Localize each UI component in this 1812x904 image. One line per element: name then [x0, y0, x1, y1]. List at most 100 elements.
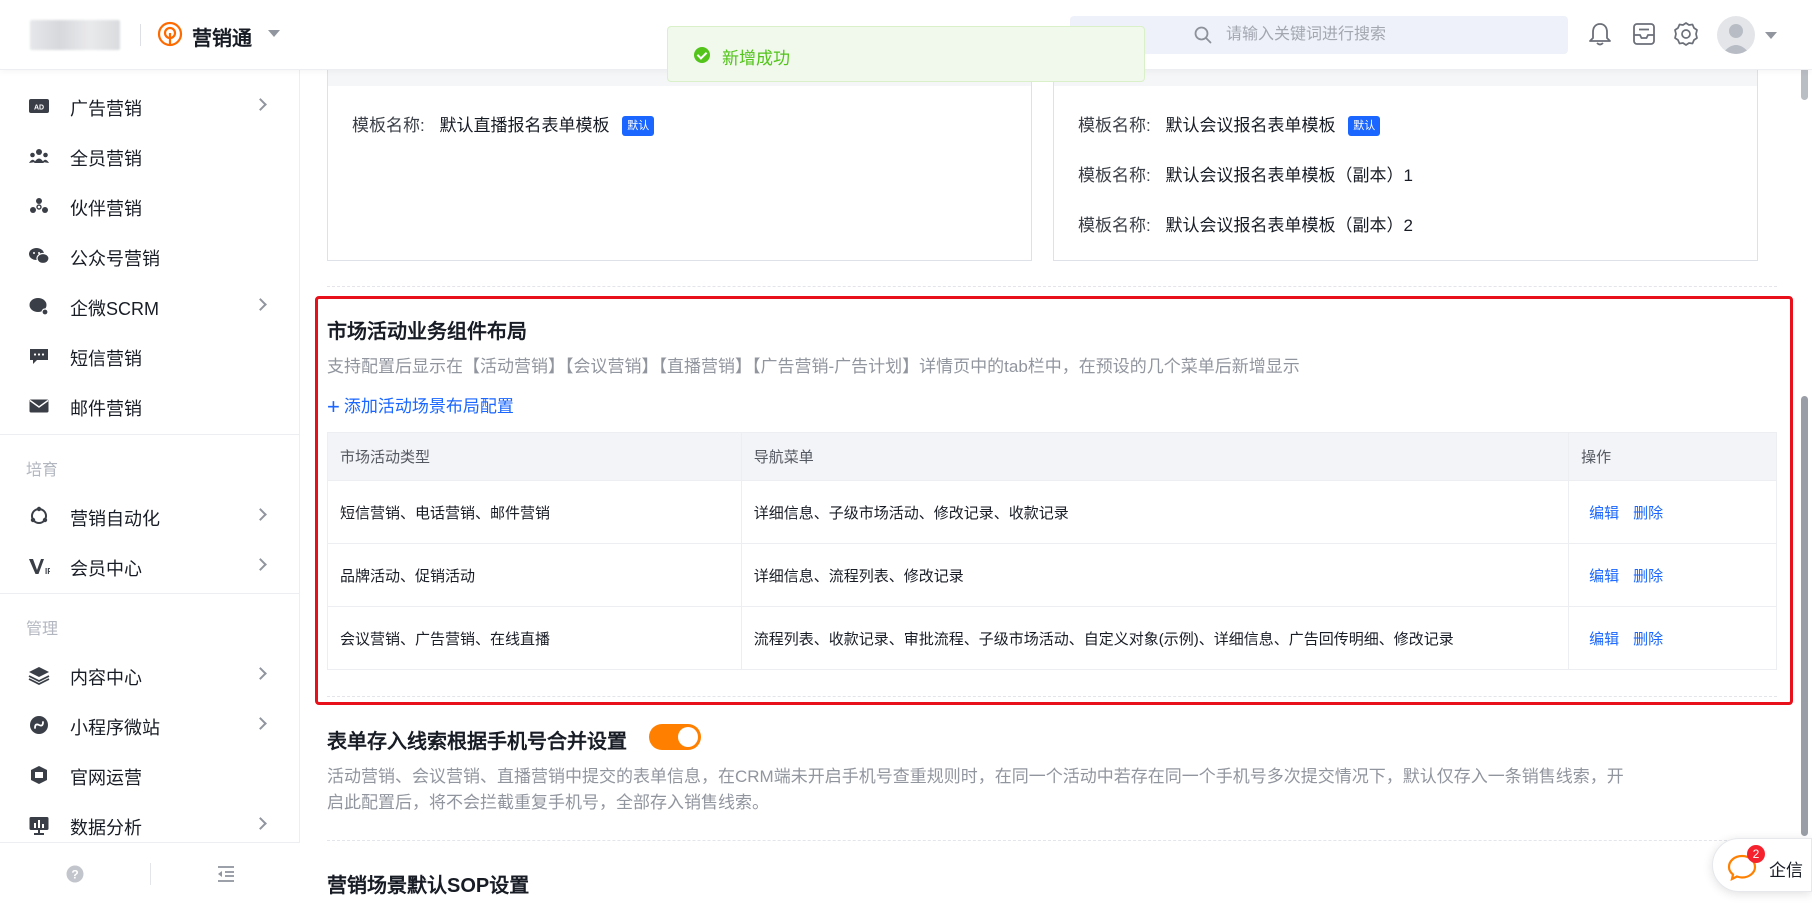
marketing-app-icon — [157, 21, 183, 47]
user-menu-chevron-down-icon[interactable] — [1765, 32, 1777, 39]
section-divider — [327, 286, 1777, 287]
merge-section-title: 表单存入线索根据手机号合并设置 — [327, 731, 627, 753]
collapse-sidebar-icon[interactable] — [216, 865, 236, 883]
sidebar-item-member-center[interactable]: IP 会员中心 — [0, 541, 300, 591]
toast-message: 新增成功 — [722, 49, 790, 68]
main-content: 模板名称: 默认直播报名表单模板 默认 模板名称: 默认会议报名表单模板 默认 … — [301, 70, 1796, 904]
sidebar-item-official-account-marketing[interactable]: 公众号营销 — [0, 231, 300, 281]
template-name-label: 模板名称: — [352, 116, 425, 135]
sidebar-item-ad-marketing[interactable]: AD 广告营销 — [0, 81, 300, 131]
sidebar-item-all-staff-marketing[interactable]: 全员营销 — [0, 131, 300, 181]
search-icon — [1194, 26, 1212, 44]
help-icon[interactable]: ? — [66, 865, 84, 883]
app-switch-chevron-down-icon[interactable] — [268, 30, 280, 37]
table-header-row: 市场活动类型 导航菜单 操作 — [327, 432, 1777, 481]
live-template-card: 模板名称: 默认直播报名表单模板 默认 — [327, 70, 1032, 261]
add-layout-config-button[interactable]: + 添加活动场景布局配置 — [327, 392, 514, 420]
analytics-icon — [29, 817, 49, 835]
sidebar-item-label: 伙伴营销 — [70, 199, 142, 219]
template-name-label: 模板名称: — [1078, 116, 1151, 135]
sidebar-item-partner-marketing[interactable]: 伙伴营销 — [0, 181, 300, 231]
sidebar-group-nurture: 培育 — [26, 462, 59, 479]
edit-button[interactable]: 编辑 — [1589, 631, 1619, 648]
svg-text:IP: IP — [45, 567, 50, 576]
app-name[interactable]: 营销通 — [192, 22, 252, 51]
default-tag: 默认 — [622, 116, 655, 136]
sidebar-item-label: 官网运营 — [70, 768, 142, 788]
svg-text:?: ? — [71, 868, 78, 882]
template-name-label: 模板名称: — [1078, 216, 1151, 235]
vip-icon: IP — [29, 559, 50, 576]
miniprogram-icon — [30, 716, 48, 734]
template-name: 默认会议报名表单模板（副本）2 — [1165, 216, 1413, 235]
sop-section-title: 营销场景默认SOP设置 — [327, 875, 530, 897]
actions-cell: 编辑 删除 — [1568, 606, 1777, 670]
header-divider — [140, 24, 141, 46]
sidebar-item-content-center[interactable]: 内容中心 — [0, 650, 300, 700]
chevron-right-icon — [254, 717, 267, 730]
gear-icon[interactable] — [1672, 20, 1700, 48]
mail-icon — [29, 399, 49, 413]
success-toast: 新增成功 — [667, 26, 1145, 82]
page-scrollbar-thumb[interactable] — [1801, 396, 1808, 836]
layout-section-title: 市场活动业务组件布局 — [327, 321, 527, 343]
delete-button[interactable]: 删除 — [1633, 631, 1663, 648]
delete-button[interactable]: 删除 — [1633, 568, 1663, 585]
wechat-icon — [29, 248, 50, 265]
sms-icon — [30, 349, 48, 364]
sidebar-item-mini-program-site[interactable]: 小程序微站 — [0, 700, 300, 750]
sidebar-item-label: 短信营销 — [70, 349, 142, 369]
ad-icon: AD — [29, 99, 49, 113]
sidebar-group-manage: 管理 — [26, 621, 59, 638]
enterprise-chat-widget[interactable]: 2 企信 — [1712, 838, 1812, 892]
sidebar-item-label: 广告营销 — [70, 99, 142, 119]
unread-badge: 2 — [1747, 845, 1765, 863]
chevron-right-icon — [254, 558, 267, 571]
toggle-knob — [678, 727, 698, 747]
layers-icon — [28, 667, 50, 685]
delete-button[interactable]: 删除 — [1633, 505, 1663, 522]
sidebar-item-website-operation[interactable]: 官网运营 — [0, 750, 300, 800]
nav-menu-cell: 流程列表、收款记录、审批流程、子级市场活动、自定义对象(示例)、详细信息、广告回… — [740, 606, 1570, 670]
meeting-template-card: 模板名称: 默认会议报名表单模板 默认 模板名称: 默认会议报名表单模板（副本）… — [1053, 70, 1758, 261]
sidebar-item-marketing-automation[interactable]: 营销自动化 — [0, 491, 300, 541]
table-row: 品牌活动、促销活动 详细信息、流程列表、修改记录 编辑 删除 — [327, 543, 1777, 607]
inbox-icon[interactable] — [1630, 20, 1658, 48]
section-divider — [327, 840, 1777, 841]
template-row[interactable]: 模板名称: 默认会议报名表单模板 默认 — [1078, 111, 1381, 136]
actions-cell: 编辑 删除 — [1568, 543, 1777, 607]
search-input[interactable] — [1226, 24, 1546, 46]
template-row[interactable]: 模板名称: 默认会议报名表单模板（副本）2 — [1078, 211, 1413, 236]
template-name: 默认直播报名表单模板 — [439, 116, 610, 135]
chat-label: 企信 — [1769, 861, 1803, 880]
template-row[interactable]: 模板名称: 默认直播报名表单模板 默认 — [352, 111, 655, 136]
sidebar-item-label: 小程序微站 — [70, 718, 160, 738]
sidebar-item-label: 企微SCRM — [70, 299, 159, 319]
column-header: 导航菜单 — [740, 432, 1570, 481]
sidebar-item-label: 全员营销 — [70, 149, 142, 169]
actions-cell: 编辑 删除 — [1568, 480, 1777, 544]
avatar[interactable] — [1717, 16, 1755, 54]
automation-icon — [30, 506, 48, 524]
edit-button[interactable]: 编辑 — [1589, 505, 1619, 522]
default-tag: 默认 — [1348, 116, 1381, 136]
sidebar-item-sms-marketing[interactable]: 短信营销 — [0, 331, 300, 381]
footer-divider — [150, 863, 151, 885]
sidebar-item-label: 数据分析 — [70, 818, 142, 838]
merge-by-phone-toggle[interactable] — [649, 724, 701, 750]
section-divider — [327, 696, 1777, 697]
layout-section-description: 支持配置后显示在【活动营销】【会议营销】【直播营销】【广告营销-广告计划】详情页… — [327, 357, 1300, 376]
bell-icon[interactable] — [1586, 20, 1614, 48]
merge-section-description: 活动营销、会议营销、直播营销中提交的表单信息，在CRM端未开启手机号查重规则时，… — [327, 767, 1624, 812]
edit-button[interactable]: 编辑 — [1589, 568, 1619, 585]
column-header: 市场活动类型 — [327, 432, 742, 481]
chevron-right-icon — [254, 98, 267, 111]
sidebar-item-wecom-scrm[interactable]: 企微SCRM — [0, 281, 300, 331]
template-name: 默认会议报名表单模板（副本）1 — [1165, 166, 1413, 185]
template-name: 默认会议报名表单模板 — [1165, 116, 1336, 135]
template-row[interactable]: 模板名称: 默认会议报名表单模板（副本）1 — [1078, 161, 1413, 186]
sidebar: AD 广告营销 全员营销 伙伴营销 公众号营销 企微SCRM 短信营销 邮件营销… — [0, 70, 300, 904]
plus-icon: + — [327, 394, 340, 419]
chevron-right-icon — [254, 508, 267, 521]
sidebar-item-email-marketing[interactable]: 邮件营销 — [0, 381, 300, 431]
